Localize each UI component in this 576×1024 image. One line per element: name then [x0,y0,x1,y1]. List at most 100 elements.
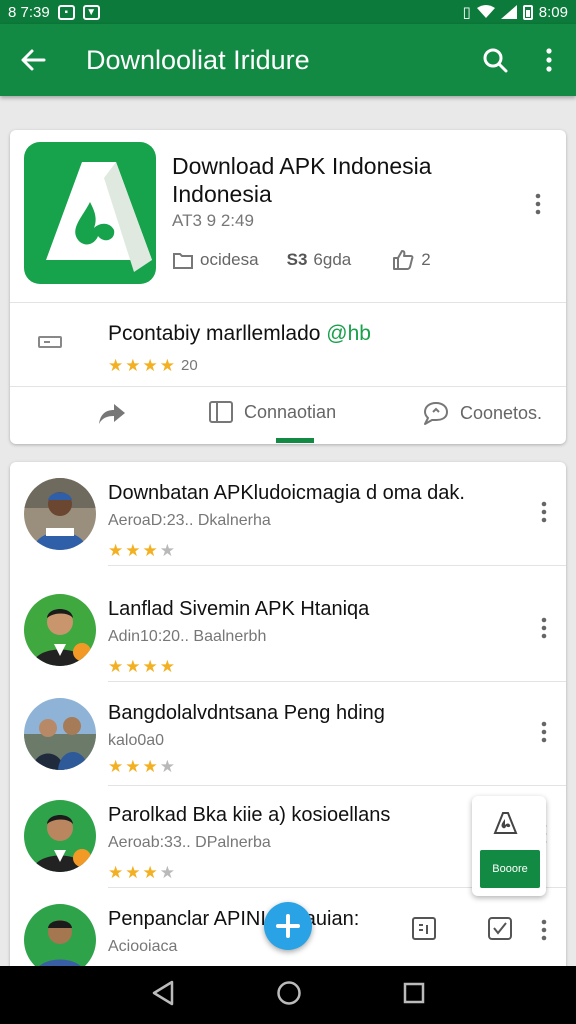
star-rating: ★★★★ [108,658,175,675]
nav-home-button[interactable] [276,980,302,1011]
app-bar: Downlooliat Iridure [0,24,576,96]
share-button[interactable] [98,402,126,426]
stat-item: ocidesa [172,250,259,270]
apk-logo-icon [46,162,152,272]
stat-label: 6gda [313,250,352,269]
signal-icon [500,5,517,19]
item-title: Penpanclar APINI egaauian: [108,908,360,930]
more-vert-icon [541,617,547,639]
star-filled-icon: ★ [142,863,158,882]
more-vert-icon [541,919,547,941]
page-title: Downlooliat Iridure [86,44,310,75]
star-filled-icon: ★ [125,541,141,560]
item-menu-button[interactable] [530,614,558,642]
stat-prefix: S3 [286,250,308,269]
app-stats: ocidesa S3 6gda 2 [172,248,431,272]
item-subtitle: AeroaD:23.. Dkalnerha [108,512,271,529]
vibrate-icon: ▯ [462,4,471,21]
apk-logo-small [490,808,520,843]
share-icon [99,404,125,424]
list-item[interactable]: Downbatan APKludoicmagia d oma dak. Aero… [10,462,566,566]
star-filled-icon: ★ [108,356,124,375]
add-fab-button[interactable] [264,902,312,950]
link-icon [38,334,62,355]
star-rating: ★★★★ [108,357,175,374]
star-filled-icon: ★ [108,541,124,560]
star-filled-icon: ★ [108,757,124,776]
square-recents-icon [404,982,425,1003]
star-filled-icon: ★ [125,757,141,776]
divider [108,565,566,566]
apk-logo-icon [493,812,518,834]
book-icon [209,401,233,423]
star-rating: ★★★★ [108,542,175,559]
item-subtitle: Aciooiaca [108,938,178,955]
tab-indicator [276,438,314,443]
item-subtitle: Aeroab:33.. DPalnerba [108,834,271,851]
calendar-icon [412,917,436,940]
app-info-card: Download APK Indonesia Indonesia AT3 9 2… [10,130,566,444]
connection-tab-label: Connaotian [244,401,337,422]
comment-icon [424,402,448,425]
folder-icon [173,253,193,269]
star-filled-icon: ★ [159,356,175,375]
likes-count: 2 [421,250,431,269]
link-title-accent: @hb [326,322,371,345]
avatar [24,478,96,550]
likes-stat[interactable]: 2 [391,248,431,272]
people-photo-icon [24,698,96,770]
item-title: Bangdolalvdntsana Peng hding [108,702,385,724]
star-empty-icon: ★ [159,541,175,560]
featured-link-row[interactable]: Pcontabiy marllemlado @hb ★ ★ ★ ★ 20 [10,302,566,386]
star-filled-icon: ★ [142,541,158,560]
link-icon [38,336,62,348]
link-rating: ★ ★ ★ ★ 20 [108,357,198,374]
star-filled-icon: ★ [142,657,158,676]
person-photo-icon [24,800,96,872]
app-meta: AT3 9 2:49 [172,211,254,230]
popup-action-button[interactable]: Booore [480,850,540,888]
app-name: Download APK Indonesia Indonesia [172,153,432,207]
star-filled-icon: ★ [159,657,175,676]
star-filled-icon: ★ [108,657,124,676]
app-card-menu-button[interactable] [524,190,552,218]
wifi-icon [476,5,495,18]
avatar [24,698,96,770]
list-item[interactable]: Bangdolalvdntsana Peng hding kalo0a0 ★ ★ ★… [10,682,566,786]
link-title-text: Pcontabiy marllemlado [108,322,321,345]
image-notification-icon: ▪ [57,4,75,20]
calendar-button[interactable] [408,912,440,944]
back-button[interactable] [0,48,66,72]
star-rating: ★★★★ [108,758,175,775]
circle-home-icon [277,980,301,1005]
item-menu-button[interactable] [530,498,558,526]
star-empty-icon: ★ [159,757,175,776]
search-icon [483,48,508,73]
comments-label: Coonetos. [460,402,543,423]
stat-label: ocidesa [200,250,259,269]
list-item[interactable]: Lanflad Sivemin APK Htaniqa Adin10:20.. … [10,578,566,682]
item-menu-button[interactable] [530,916,558,944]
status-left-text: 8 7:39 [8,3,50,21]
avatar [24,800,96,872]
back-arrow-icon [21,49,46,71]
star-filled-icon: ★ [142,356,158,375]
connection-tab[interactable]: Connaotian [208,400,336,424]
item-menu-button[interactable] [530,718,558,746]
stat-item: S3 6gda [287,250,352,270]
check-button[interactable] [484,912,516,944]
check-box-icon [488,917,512,940]
overflow-menu-button[interactable] [522,33,576,87]
link-title: Pcontabiy marllemlado @hb [108,322,371,346]
item-subtitle: kalo0a0 [108,732,165,749]
more-vert-icon [541,721,547,743]
more-vert-icon [541,501,547,523]
item-title: Downbatan APKludoicmagia d oma dak. [108,482,465,504]
nav-back-button[interactable] [151,980,175,1011]
nav-recents-button[interactable] [403,982,425,1009]
item-title: Lanflad Sivemin APK Htaniqa [108,598,370,620]
star-filled-icon: ★ [108,863,124,882]
item-title: Parolkad Bka kiie a) kosioellans [108,804,391,826]
comments-button[interactable]: Coonetos. [422,400,542,426]
search-button[interactable] [468,33,522,87]
